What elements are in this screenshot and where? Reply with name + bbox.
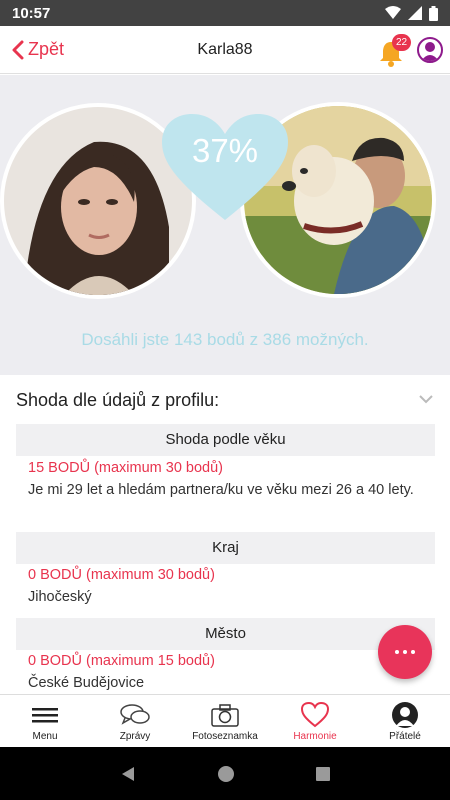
- back-triangle-icon[interactable]: [119, 765, 137, 783]
- status-icons: [385, 5, 438, 21]
- nav-label: Fotoseznamka: [192, 731, 258, 742]
- top-header: Zpět Karla88 22: [0, 26, 450, 74]
- home-circle-icon[interactable]: [216, 764, 236, 784]
- points-summary: Dosáhli jste 143 bodů z 386 možných.: [81, 330, 369, 349]
- chevron-down-icon[interactable]: [418, 394, 434, 404]
- more-actions-button[interactable]: [378, 625, 432, 679]
- row-description-region: Jihočeský: [28, 589, 92, 605]
- nav-menu[interactable]: Menu: [0, 695, 90, 747]
- chat-icon: [120, 704, 150, 725]
- notification-badge: 22: [392, 34, 411, 51]
- row-heading-region: Kraj: [16, 532, 435, 564]
- nav-messages[interactable]: Zprávy: [90, 695, 180, 747]
- friends-icon: [392, 702, 418, 728]
- dot-icon: [403, 650, 407, 654]
- heart-icon: [300, 701, 330, 728]
- hamburger-icon: [32, 708, 58, 723]
- section-title: Shoda dle údajů z profilu:: [16, 390, 220, 410]
- status-bar: 10:57: [0, 0, 450, 26]
- camera-icon: [211, 704, 239, 727]
- match-percent: 37%: [191, 132, 259, 169]
- user-profile-button[interactable]: [417, 37, 443, 63]
- row-heading-city: Město: [16, 618, 435, 650]
- nav-friends[interactable]: Přátelé: [360, 695, 450, 747]
- row-description-city: České Budějovice: [28, 675, 145, 691]
- row-heading-age: Shoda podle věku: [16, 424, 435, 456]
- status-time: 10:57: [12, 4, 51, 22]
- chevron-left-icon: [12, 40, 24, 59]
- signal-icon: [408, 6, 422, 20]
- recents-square-icon[interactable]: [315, 766, 331, 782]
- row-points-age: 15 BODŮ (maximum 30 bodů): [28, 460, 224, 476]
- row-points-city: 0 BODŮ (maximum 15 bodů): [28, 653, 215, 669]
- nav-label: Harmonie: [293, 731, 337, 742]
- battery-icon: [429, 5, 438, 21]
- row-description-age: Je mi 29 let a hledám partnera/ku ve věk…: [28, 482, 414, 498]
- row-points-region: 0 BODŮ (maximum 30 bodů): [28, 567, 215, 583]
- bottom-navigation: Menu Zprávy Fotoseznamka Harmonie Přátel…: [0, 694, 450, 747]
- system-navigation-bar: [0, 747, 450, 800]
- dot-icon: [411, 650, 415, 654]
- nav-label: Menu: [32, 731, 58, 742]
- nav-harmony[interactable]: Harmonie: [270, 695, 360, 747]
- dot-icon: [395, 650, 399, 654]
- notifications-button[interactable]: 22: [378, 34, 411, 67]
- nav-label: Zprávy: [119, 731, 151, 742]
- wifi-icon: [385, 6, 401, 19]
- back-label: Zpět: [28, 39, 65, 59]
- match-hero: 37% Dosáhli jste 143 bodů z 386 možných.: [0, 75, 450, 375]
- user-icon: [421, 42, 439, 61]
- nav-label: Přátelé: [389, 731, 421, 742]
- back-button[interactable]: Zpět: [0, 26, 64, 73]
- nav-photo-dating[interactable]: Fotoseznamka: [180, 695, 270, 747]
